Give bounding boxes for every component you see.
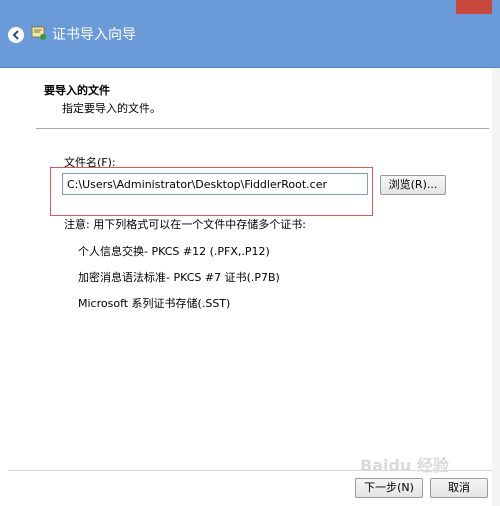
footer-divider xyxy=(8,470,492,471)
wizard-content xyxy=(8,68,492,506)
wizard-title: 证书导入向导 xyxy=(52,27,136,43)
next-button[interactable]: 下一步(N) xyxy=(355,478,423,498)
header-divider xyxy=(36,128,489,129)
section-title: 要导入的文件 xyxy=(44,84,110,97)
section-description: 指定要导入的文件。 xyxy=(62,102,161,115)
cancel-button[interactable]: 取消 xyxy=(430,478,488,498)
browse-button[interactable]: 浏览(R)... xyxy=(380,175,446,195)
format-item: 个人信息交换- PKCS #12 (.PFX,.P12) xyxy=(78,245,270,258)
file-name-label: 文件名(F): xyxy=(64,156,116,169)
window-edge xyxy=(492,68,500,506)
certificate-icon xyxy=(31,26,46,40)
file-path-input[interactable] xyxy=(62,173,368,195)
watermark: Baidu 经验 xyxy=(360,456,449,475)
close-button[interactable] xyxy=(456,0,492,14)
format-item: 加密消息语法标准- PKCS #7 证书(.P7B) xyxy=(78,271,280,284)
back-arrow-icon xyxy=(12,30,19,40)
title-bar: 证书导入向导 xyxy=(0,0,500,68)
note-label: 注意: 用下列格式可以在一个文件中存储多个证书: xyxy=(64,218,306,231)
format-item: Microsoft 系列证书存储(.SST) xyxy=(78,297,231,310)
back-button[interactable] xyxy=(8,27,24,43)
